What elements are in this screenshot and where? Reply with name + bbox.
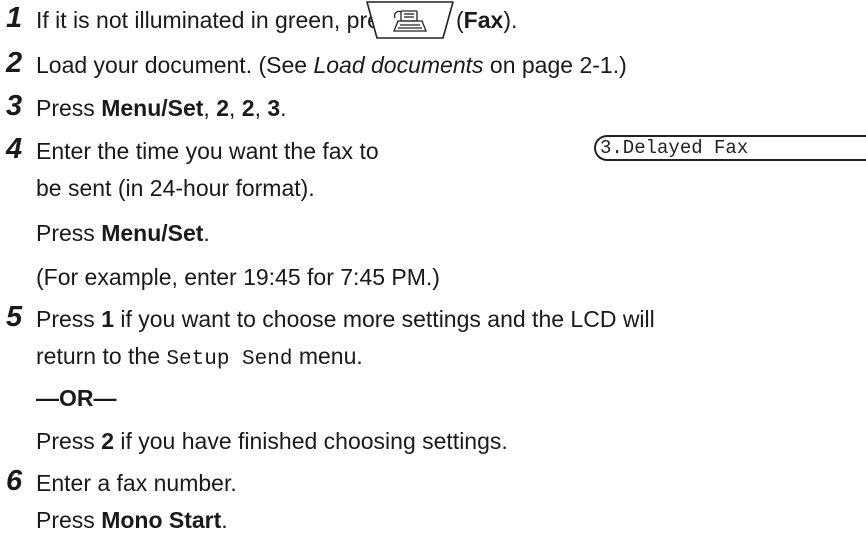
step-6-press: Press Mono Start.	[36, 507, 228, 533]
step-5-line-3: Press 2 if you have finished choosing se…	[36, 428, 508, 454]
menu-name: Setup Send	[166, 348, 293, 371]
fax-key-label: Fax	[463, 7, 504, 33]
lcd-display: 3.Delayed Fax	[594, 135, 866, 161]
key-name: Menu/Set	[101, 95, 204, 121]
key-name: 2	[216, 95, 229, 121]
step-2-text: Load your document. (See Load documents …	[36, 52, 627, 78]
step-number: 2	[6, 47, 23, 79]
step-4-line-2: be sent (in 24-hour format).	[36, 175, 315, 201]
step-1-text: If it is not illuminated in green, press	[36, 6, 403, 34]
key-name: 2	[241, 95, 255, 121]
step-number: 4	[6, 133, 23, 165]
step-number: 5	[6, 301, 23, 333]
key-name: 1	[101, 306, 114, 332]
fax-key-icon	[365, 1, 455, 39]
key-name: Mono Start	[101, 507, 222, 533]
step-4-example: (For example, enter 19:45 for 7:45 PM.)	[36, 264, 440, 290]
or-separator: —OR—	[36, 385, 117, 411]
step-5-line-1: Press 1 if you want to choose more setti…	[36, 306, 655, 332]
cross-reference: Load documents	[313, 52, 484, 78]
instruction-page: 1 If it is not illuminated in green, pre…	[0, 0, 866, 536]
step-5-line-2: return to the Setup Send menu.	[36, 343, 363, 371]
step-number: 3	[6, 90, 23, 122]
step-text: If it is not illuminated in green, press	[36, 7, 403, 33]
key-name: 3	[267, 95, 281, 121]
step-6-line-1: Enter a fax number.	[36, 470, 237, 496]
step-4-press: Press Menu/Set.	[36, 220, 210, 246]
key-name: 2	[101, 428, 114, 454]
step-3-text: Press Menu/Set, 2, 2, 3.	[36, 95, 287, 121]
step-number: 1	[6, 2, 23, 34]
step-number: 6	[6, 465, 23, 497]
key-name: Menu/Set	[101, 220, 204, 246]
step-4-line-1: Enter the time you want the fax to	[36, 138, 379, 164]
step-1-key-label: (Fax).	[456, 7, 518, 33]
